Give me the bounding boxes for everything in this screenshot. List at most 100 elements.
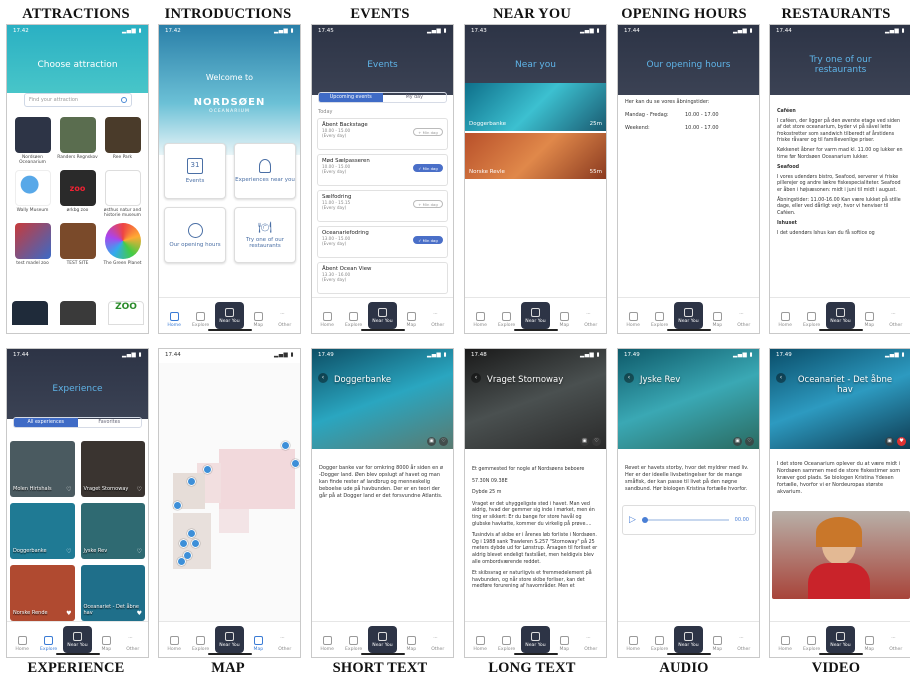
attraction-tile[interactable]: TEST SITE <box>57 223 98 271</box>
tab-home[interactable]: Home <box>773 312 797 328</box>
tab-near-you[interactable]: Near You <box>367 302 397 329</box>
map-pin[interactable] <box>173 501 182 510</box>
event-item[interactable]: Sælfodring 11.00 - 15.15 (Every day) + Min … <box>317 190 448 222</box>
heart-icon[interactable]: ♡ <box>66 548 71 555</box>
restaurants-card[interactable]: 🍽 Try one of our restaurants <box>234 207 296 263</box>
hours-card[interactable]: Our opening hours <box>164 207 226 263</box>
tab-home[interactable]: Home <box>621 636 645 652</box>
tab-near-you[interactable]: Near You <box>367 626 397 653</box>
tab-map[interactable]: Map <box>857 312 881 328</box>
tab-home[interactable]: Home <box>468 312 492 328</box>
tab-other[interactable]: ··· Other <box>884 312 908 328</box>
back-button[interactable]: ‹ <box>318 373 328 383</box>
tab-explore[interactable]: Explore <box>495 636 519 652</box>
play-icon[interactable]: ▷ <box>629 515 636 525</box>
attraction-tile[interactable]: zoo ørkbg zoo <box>57 170 98 218</box>
add-my-day-button[interactable]: ✓ Min dag <box>413 164 443 172</box>
tab-home[interactable]: Home <box>162 636 186 652</box>
tab-explore[interactable]: Explore <box>342 636 366 652</box>
ar-icon[interactable]: ▣ <box>885 437 894 446</box>
search-input[interactable]: Find your attraction <box>24 93 132 107</box>
video-player[interactable] <box>772 511 910 599</box>
add-my-day-button[interactable]: ✓ Min dag <box>413 236 443 244</box>
map-pin[interactable] <box>179 539 188 548</box>
near-item[interactable]: Norske Revle 55m <box>465 133 606 179</box>
audio-progress[interactable] <box>641 517 729 523</box>
heart-icon[interactable]: ♥ <box>66 610 71 617</box>
event-item[interactable]: Åbent Backstage 10.00 - 15.00 (Every day) +… <box>317 118 448 150</box>
tab-explore[interactable]: Explore <box>189 312 213 328</box>
tab-other[interactable]: ··· Other <box>732 312 756 328</box>
tab-map[interactable]: Map <box>552 636 576 652</box>
experience-tile[interactable]: Jyske Rev ♡ <box>80 503 145 559</box>
tab-near-you[interactable]: Near You <box>673 302 703 329</box>
heart-icon[interactable]: ♡ <box>137 548 142 555</box>
event-item[interactable]: Mød Sælpasseren 10.00 - 15.00 (Every day) ✓… <box>317 154 448 186</box>
experience-segment[interactable]: All experiences Favorites <box>13 417 142 428</box>
ar-icon[interactable]: ▣ <box>427 437 436 446</box>
map-pin[interactable] <box>281 441 290 450</box>
events-card[interactable]: 31 Events <box>164 143 226 199</box>
map-pin[interactable] <box>187 477 196 486</box>
search-icon[interactable] <box>121 97 127 103</box>
heart-icon[interactable]: ♡ <box>137 486 142 493</box>
tab-other[interactable]: ··· Other <box>579 312 603 328</box>
ar-icon[interactable]: ▣ <box>580 437 589 446</box>
tab-home[interactable]: Home <box>315 636 339 652</box>
attraction-tile[interactable]: Ree Park <box>102 117 143 165</box>
tab-explore[interactable]: Explore <box>648 312 672 328</box>
tab-home[interactable]: Home <box>621 312 645 328</box>
experience-tile[interactable]: Molen Hirtshals ♡ <box>10 441 75 497</box>
map-pin[interactable] <box>177 557 186 566</box>
tab-all[interactable]: All experiences <box>14 418 78 427</box>
tab-other[interactable]: ··· Other <box>732 636 756 652</box>
tab-home[interactable]: Home <box>468 636 492 652</box>
tab-explore[interactable]: Explore <box>342 312 366 328</box>
tab-map[interactable]: Map <box>399 312 423 328</box>
tab-other[interactable]: ··· Other <box>273 636 297 652</box>
heart-icon[interactable]: ♥ <box>897 437 906 446</box>
near-item[interactable]: Doggerbanke 25m <box>465 83 606 131</box>
tab-map[interactable]: Map <box>705 636 729 652</box>
tab-home[interactable]: Home <box>10 636 34 652</box>
heart-icon[interactable]: ♡ <box>439 437 448 446</box>
tab-other[interactable]: ··· Other <box>426 636 450 652</box>
attraction-tile[interactable]: østhus natur and historie museum <box>102 170 143 218</box>
tab-home[interactable]: Home <box>773 636 797 652</box>
event-item[interactable]: Åbent Ocean View 13.30 - 16.00 (Every day) <box>317 262 448 294</box>
map-pin[interactable] <box>191 539 200 548</box>
heart-icon[interactable]: ♡ <box>745 437 754 446</box>
attraction-tile[interactable]: The Green Planet <box>102 223 143 271</box>
tab-explore[interactable]: Explore <box>800 312 824 328</box>
tab-other[interactable]: ··· Other <box>273 312 297 328</box>
tab-home[interactable]: Home <box>315 312 339 328</box>
add-my-day-button[interactable]: + Min dag <box>413 128 443 136</box>
tab-near-you[interactable]: Near You <box>520 626 550 653</box>
tab-map[interactable]: Map <box>246 312 270 328</box>
back-button[interactable]: ‹ <box>776 373 786 383</box>
tab-near-you[interactable]: Near You <box>520 302 550 329</box>
heart-icon[interactable]: ♡ <box>66 486 71 493</box>
map-pin[interactable] <box>291 459 300 468</box>
tab-map[interactable]: Map <box>94 636 118 652</box>
map-pin[interactable] <box>203 465 212 474</box>
attraction-tile[interactable]: Nordsøen Oceanarium <box>12 117 53 165</box>
add-my-day-button[interactable]: + Min dag <box>413 200 443 208</box>
heart-icon[interactable]: ♡ <box>592 437 601 446</box>
attraction-tile[interactable]: test madel zoo <box>12 223 53 271</box>
tab-near-you[interactable]: Near You <box>214 626 244 653</box>
tab-other[interactable]: ··· Other <box>426 312 450 328</box>
event-item[interactable]: Oceanariefodring 13.00 - 15.00 (Every day)… <box>317 226 448 258</box>
tab-map[interactable]: Map <box>399 636 423 652</box>
back-button[interactable]: ‹ <box>624 373 634 383</box>
tab-near-you[interactable]: Near You <box>214 302 244 329</box>
tab-other[interactable]: ··· Other <box>884 636 908 652</box>
heart-icon[interactable]: ♥ <box>137 610 142 617</box>
experience-tile[interactable]: Oceanariet - Det åbne hav ♥ <box>80 565 145 621</box>
ar-icon[interactable]: ▣ <box>733 437 742 446</box>
tab-favorites[interactable]: Favorites <box>78 418 142 427</box>
tab-near-you[interactable]: Near You <box>825 626 855 653</box>
tab-upcoming[interactable]: Upcoming events <box>319 93 383 102</box>
map-canvas[interactable] <box>159 363 300 621</box>
events-segment[interactable]: Upcoming events My day <box>318 92 447 103</box>
